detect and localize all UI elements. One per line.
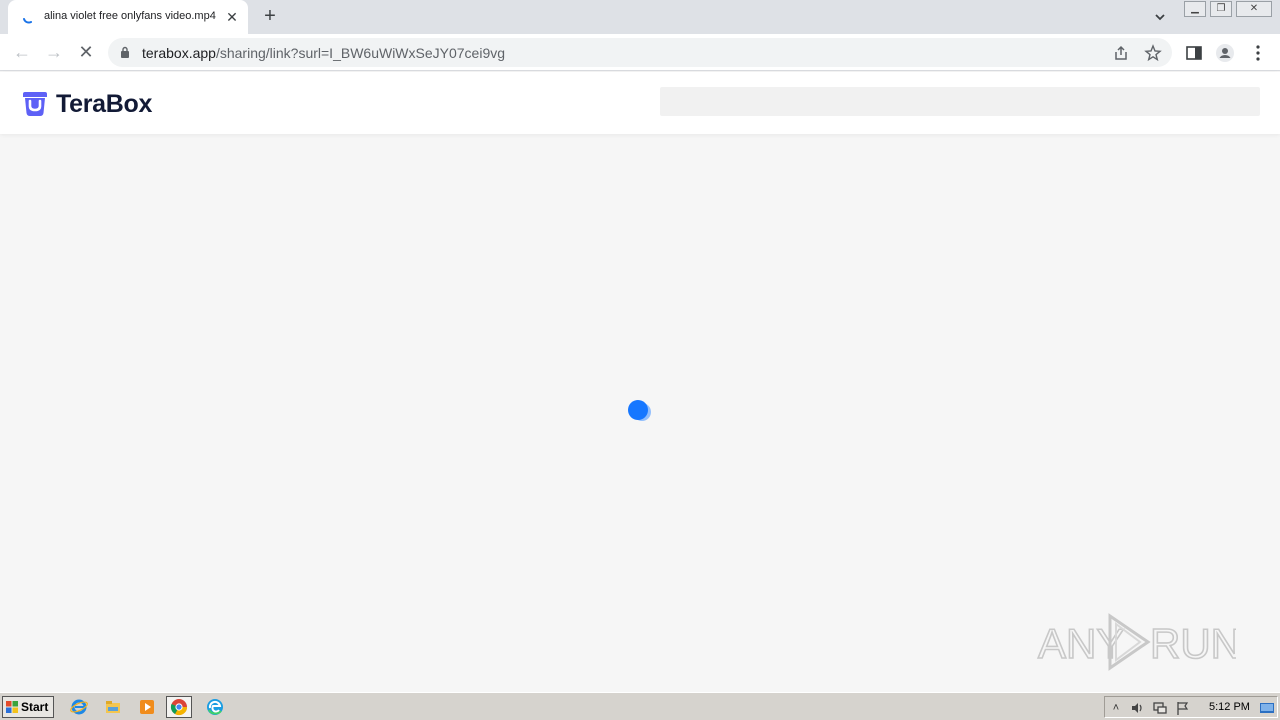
forward-button[interactable]: → — [42, 40, 66, 64]
loading-spinner-icon — [23, 18, 32, 24]
ie-icon — [70, 699, 88, 715]
search-placeholder-skeleton — [660, 87, 1260, 116]
url-domain: terabox.app — [142, 45, 216, 61]
page-content: TeraBox ANY RUN — [0, 72, 1280, 692]
url-path: /sharing/link?surl=I_BW6uWiWxSeJY07cei9v… — [215, 45, 506, 61]
show-hidden-icons-icon[interactable]: ˄ — [1108, 700, 1124, 716]
window-close-button[interactable]: ✕ — [1236, 1, 1272, 17]
tab-search-icon[interactable] — [1150, 8, 1170, 26]
volume-icon[interactable] — [1129, 700, 1145, 716]
action-center-flag-icon[interactable] — [1175, 700, 1191, 716]
taskbar: Start ˄ 5:12 PM — [0, 692, 1280, 720]
site-header: TeraBox — [0, 72, 1280, 134]
window-minimize-button[interactable]: ▁ — [1184, 1, 1206, 17]
edge-icon — [207, 699, 223, 715]
taskbar-ie[interactable] — [66, 696, 92, 718]
tab-title: alina violet free onlyfans video.mp4 — [44, 10, 216, 22]
windows-flag-icon — [6, 701, 18, 713]
brand-name: TeraBox — [56, 89, 153, 118]
start-button[interactable]: Start — [2, 696, 54, 718]
network-icon[interactable] — [1152, 700, 1168, 716]
taskbar-media-player[interactable] — [134, 696, 160, 718]
explorer-icon — [106, 701, 120, 713]
new-tab-button[interactable]: + — [258, 5, 282, 29]
share-icon[interactable] — [1112, 44, 1130, 62]
loading-cloud-icon — [628, 400, 651, 421]
tab-strip: alina violet free onlyfans video.mp4 ✕ +… — [0, 0, 1280, 34]
back-button[interactable]: ← — [10, 40, 34, 64]
taskbar-edge[interactable] — [202, 696, 228, 718]
tab-close-button[interactable]: ✕ — [224, 9, 240, 25]
terabox-logo[interactable]: TeraBox — [20, 88, 152, 120]
stop-loading-button[interactable]: ✕ — [74, 40, 98, 64]
side-panel-icon[interactable] — [1184, 43, 1204, 63]
show-desktop-icon[interactable] — [1259, 700, 1275, 716]
address-bar[interactable]: terabox.app/sharing/link?surl=I_BW6uWiWx… — [108, 38, 1172, 67]
start-label: Start — [21, 700, 49, 714]
terabox-logo-icon — [23, 92, 47, 116]
system-tray: ˄ 5:12 PM — [1104, 696, 1278, 718]
watermark-right: RUN — [1150, 620, 1236, 667]
browser-tab[interactable]: alina violet free onlyfans video.mp4 ✕ — [8, 0, 248, 34]
taskbar-explorer[interactable] — [100, 696, 126, 718]
star-icon[interactable] — [1144, 44, 1162, 62]
profile-icon[interactable] — [1215, 43, 1235, 63]
url-text[interactable]: terabox.app/sharing/link?surl=I_BW6uWiWx… — [142, 45, 505, 61]
browser-toolbar: ← → ✕ terabox.app/sharing/link?surl=I_BW… — [0, 34, 1280, 71]
media-player-icon — [140, 700, 154, 714]
lock-icon[interactable] — [120, 46, 130, 58]
chrome-icon — [170, 699, 188, 716]
clock[interactable]: 5:12 PM — [1209, 701, 1250, 713]
window-restore-button[interactable]: ❐ — [1210, 1, 1232, 17]
menu-icon[interactable] — [1248, 43, 1268, 63]
taskbar-chrome[interactable] — [166, 696, 192, 718]
anyrun-watermark: ANY RUN — [1037, 613, 1236, 671]
